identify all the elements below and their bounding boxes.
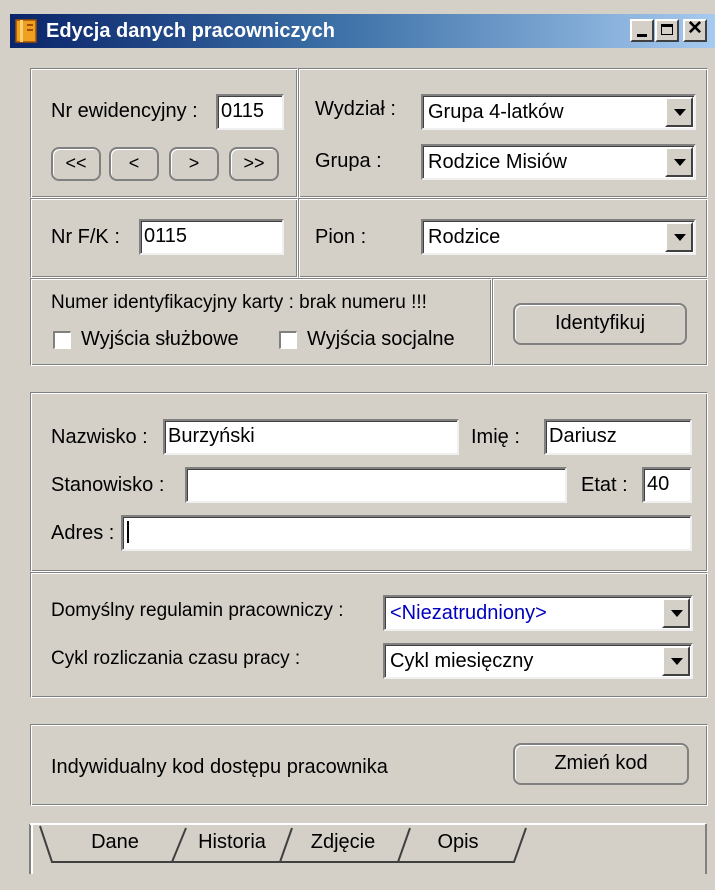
regulamin-label: Domyślny regulamin pracowniczy : xyxy=(51,600,344,621)
wyjscia-socjalne-label[interactable]: Wyjścia socjalne xyxy=(307,327,455,353)
imie-input[interactable]: Dariusz xyxy=(544,419,692,455)
wyjscia-socjalne-checkbox[interactable] xyxy=(279,331,297,349)
maximize-button[interactable] xyxy=(655,19,679,42)
text-caret xyxy=(127,521,129,543)
adres-input[interactable] xyxy=(121,515,692,551)
nrfk-label: Nr F/K : xyxy=(51,226,120,248)
rules-panel: Domyślny regulamin pracowniczy : <Niezat… xyxy=(30,572,708,698)
stanowisko-input[interactable] xyxy=(185,467,567,503)
chevron-down-icon[interactable] xyxy=(665,147,693,177)
pion-select[interactable]: Rodzice xyxy=(421,219,696,255)
nrfk-panel: Nr F/K : 0115 xyxy=(30,198,298,278)
wyjscia-sluzbowe-label[interactable]: Wyjścia służbowe xyxy=(81,327,239,353)
maximize-icon xyxy=(661,24,673,35)
wydzial-value: Grupa 4-latków xyxy=(428,101,564,123)
chevron-down-icon[interactable] xyxy=(665,222,693,252)
record-panel: Nr ewidencyjny : 0115 << < > >> xyxy=(30,68,298,198)
access-label: Indywidualny kod dostępu pracownika xyxy=(51,756,388,778)
cykl-select[interactable]: Cykl miesięczny xyxy=(383,643,693,679)
window-title: Edycja danych pracowniczych xyxy=(46,20,335,42)
wyjscia-sluzbowe-checkbox[interactable] xyxy=(53,331,71,349)
chevron-down-icon[interactable] xyxy=(665,97,693,127)
nazwisko-input[interactable]: Burzyński xyxy=(163,419,459,455)
department-panel: Wydział : Grupa 4-latków Grupa : Rodzice… xyxy=(298,68,708,198)
change-code-button[interactable]: Zmień kod xyxy=(513,743,689,785)
identify-button[interactable]: Identyfikuj xyxy=(513,303,687,345)
tab-historia[interactable]: Historia xyxy=(182,826,282,862)
last-record-button[interactable]: >> xyxy=(229,147,279,181)
wydzial-select[interactable]: Grupa 4-latków xyxy=(421,94,696,130)
person-panel: Nazwisko : Burzyński Imię : Dariusz Stan… xyxy=(30,392,708,572)
tab-zdjecie[interactable]: Zdjęcie xyxy=(290,826,396,862)
etat-label: Etat : xyxy=(581,474,628,496)
stanowisko-label: Stanowisko : xyxy=(51,474,165,496)
close-button[interactable]: ✕ xyxy=(683,19,707,42)
prev-record-button[interactable]: < xyxy=(109,147,159,181)
chevron-down-icon[interactable] xyxy=(662,646,690,676)
etat-input[interactable]: 40 xyxy=(642,467,692,503)
first-record-button[interactable]: << xyxy=(51,147,101,181)
minimize-icon xyxy=(637,34,647,37)
employee-edit-window: Edycja danych pracowniczych ✕ Nr ewidenc… xyxy=(0,0,715,890)
imie-label: Imię : xyxy=(471,426,520,448)
pion-label: Pion : xyxy=(315,226,367,248)
tab-opis[interactable]: Opis xyxy=(408,826,508,862)
nazwisko-label: Nazwisko : xyxy=(51,426,148,448)
grupa-select[interactable]: Rodzice Misiów xyxy=(421,144,696,180)
cykl-value: Cykl miesięczny xyxy=(390,650,534,672)
card-number-text: Numer identyfikacyjny karty : brak numer… xyxy=(51,292,427,313)
pion-panel: Pion : Rodzice xyxy=(298,198,708,278)
access-panel: Indywidualny kod dostępu pracownika Zmie… xyxy=(30,724,708,806)
nr-ewidencyjny-label: Nr ewidencyjny : xyxy=(51,100,198,122)
title-bar[interactable]: Edycja danych pracowniczych ✕ xyxy=(10,14,715,48)
cykl-label: Cykl rozliczania czasu pracy : xyxy=(51,648,301,669)
grupa-label: Grupa : xyxy=(315,150,382,172)
regulamin-value: <Niezatrudniony> xyxy=(390,602,547,624)
tab-dane[interactable]: Dane xyxy=(60,826,170,862)
card-panel: Numer identyfikacyjny karty : brak numer… xyxy=(30,278,492,366)
wydzial-label: Wydział : xyxy=(315,98,396,120)
identify-panel: Identyfikuj xyxy=(492,278,708,366)
pion-value: Rodzice xyxy=(428,226,501,248)
grupa-value: Rodzice Misiów xyxy=(428,151,567,173)
nr-ewidencyjny-input[interactable]: 0115 xyxy=(216,94,284,130)
minimize-button[interactable] xyxy=(630,19,654,42)
app-doc-icon xyxy=(14,18,40,44)
close-icon: ✕ xyxy=(687,18,703,39)
nrfk-input[interactable]: 0115 xyxy=(139,219,284,255)
regulamin-select[interactable]: <Niezatrudniony> xyxy=(383,595,693,631)
chevron-down-icon[interactable] xyxy=(662,598,690,628)
adres-label: Adres : xyxy=(51,522,115,544)
next-record-button[interactable]: > xyxy=(169,147,219,181)
